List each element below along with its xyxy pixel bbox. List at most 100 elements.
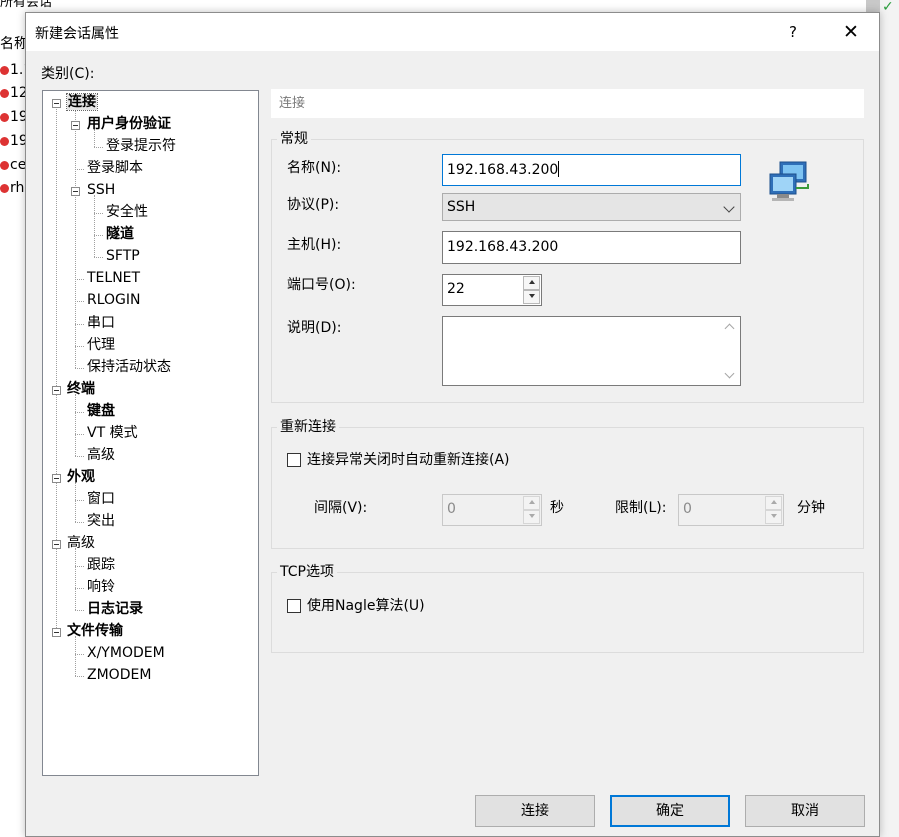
nagle-checkbox[interactable]: [287, 599, 301, 613]
tree-item[interactable]: RLOGIN: [87, 290, 141, 310]
spin-up-button[interactable]: [765, 496, 782, 510]
tree-guide-line: [75, 636, 76, 677]
tree-item[interactable]: SFTP: [106, 246, 140, 266]
host-input[interactable]: 192.168.43.200: [442, 231, 741, 264]
tree-item[interactable]: 登录脚本: [87, 158, 143, 178]
tree-item[interactable]: ZMODEM: [87, 665, 151, 685]
spin-down-button[interactable]: [523, 510, 540, 524]
tree-item[interactable]: 外观: [67, 467, 95, 487]
tree-item[interactable]: 连接: [66, 92, 98, 112]
collapse-icon[interactable]: [71, 121, 80, 131]
tree-item[interactable]: 响铃: [87, 577, 115, 597]
port-spin-buttons: [523, 276, 540, 304]
tree-guide-line: [75, 345, 84, 347]
interval-spin-buttons: [523, 496, 540, 524]
close-icon[interactable]: ✕: [834, 19, 868, 45]
background-session-item[interactable]: 19: [0, 106, 26, 128]
name-input[interactable]: 192.168.43.200: [442, 154, 741, 186]
tree-guide-line: [75, 481, 76, 522]
tree-item[interactable]: 跟踪: [87, 555, 115, 575]
arrow-down-icon: [529, 294, 535, 298]
help-button[interactable]: ?: [778, 19, 808, 45]
background-session-item[interactable]: rh: [0, 177, 26, 199]
auto-reconnect-checkbox[interactable]: [287, 453, 301, 467]
tree-item[interactable]: SSH: [87, 180, 115, 200]
arrow-up-icon: [771, 500, 777, 504]
background-header: 所有会话: [0, 0, 60, 10]
tree-item-label: 串口: [87, 314, 115, 331]
ok-button[interactable]: 确定: [610, 795, 730, 827]
tree-item[interactable]: 登录提示符: [106, 136, 176, 156]
tree-item[interactable]: 安全性: [106, 202, 148, 222]
limit-spinner[interactable]: 0: [678, 494, 784, 526]
cancel-button[interactable]: 取消: [745, 795, 865, 827]
interval-spinner[interactable]: 0: [442, 494, 542, 526]
background-session-item[interactable]: 12: [0, 82, 26, 104]
tree-item[interactable]: 键盘: [87, 401, 115, 421]
tree-item-label: SSH: [87, 182, 116, 199]
tree-guide-line: [75, 411, 84, 413]
tree-item[interactable]: VT 模式: [87, 423, 138, 443]
tree-guide-line: [94, 257, 103, 259]
tree-item-label: 用户身份验证: [87, 116, 171, 133]
arrow-down-icon: [529, 514, 535, 518]
tree-item[interactable]: 窗口: [87, 489, 115, 509]
background-session-item[interactable]: 19: [0, 130, 26, 152]
collapse-icon[interactable]: [52, 473, 61, 483]
tree-item[interactable]: TELNET: [87, 268, 140, 288]
collapse-icon[interactable]: [71, 187, 80, 197]
tree-item[interactable]: 终端: [67, 379, 95, 399]
tree-item-label: 高级: [67, 535, 95, 551]
tree-guide-line: [75, 279, 84, 281]
tree-item[interactable]: 高级: [67, 533, 95, 553]
port-spinner[interactable]: 22: [442, 274, 542, 306]
spin-up-button[interactable]: [523, 496, 540, 510]
collapse-icon[interactable]: [52, 540, 61, 549]
general-legend: 常规: [277, 131, 311, 147]
collapse-icon[interactable]: [52, 385, 61, 395]
protocol-label: 协议(P):: [287, 197, 340, 213]
spin-down-button[interactable]: [765, 510, 782, 524]
spin-down-button[interactable]: [523, 290, 540, 304]
arrow-up-icon: [529, 280, 535, 284]
tree-item-label: 代理: [87, 336, 115, 353]
tree-item[interactable]: 日志记录: [87, 599, 143, 619]
tree-item[interactable]: 用户身份验证: [87, 114, 171, 134]
host-label: 主机(H):: [287, 237, 342, 253]
protocol-select-value: SSH: [447, 199, 476, 215]
tree-item[interactable]: 高级: [87, 445, 115, 465]
tree-guide-line: [75, 455, 84, 457]
protocol-select[interactable]: SSH: [442, 193, 741, 221]
background-session-item[interactable]: ce: [0, 154, 26, 176]
collapse-icon[interactable]: [52, 99, 61, 108]
tree-item[interactable]: X/YMODEM: [87, 643, 165, 663]
description-textarea[interactable]: [442, 316, 741, 386]
dialog-title: 新建会话属性: [35, 26, 119, 42]
connect-button[interactable]: 连接: [475, 795, 595, 827]
tree-item[interactable]: 串口: [87, 313, 115, 333]
background-column-header: 名称: [0, 33, 26, 55]
background-session-item[interactable]: 1.1: [0, 59, 26, 81]
tree-guide-line: [75, 169, 84, 171]
tree-item[interactable]: 文件传输: [67, 621, 123, 641]
tree-item[interactable]: 保持活动状态: [87, 357, 171, 377]
tree-guide-line: [75, 301, 84, 303]
tree-item[interactable]: 突出: [87, 511, 115, 531]
collapse-icon[interactable]: [52, 628, 61, 638]
category-label: 类别(C):: [41, 66, 95, 82]
tree-item-label: 隧道: [106, 226, 134, 243]
category-tree[interactable]: 连接用户身份验证登录提示符 登录脚本 SSH 安全性隧道 SFTP TELNET RLOGI…: [42, 90, 259, 776]
tree-guide-line: [75, 566, 84, 568]
description-scrollbar[interactable]: [721, 317, 740, 385]
tree-guide-line: [94, 213, 103, 215]
tree-item[interactable]: 代理: [87, 335, 115, 355]
limit-unit: 分钟: [797, 500, 825, 516]
tree-guide-line: [75, 393, 76, 456]
auto-reconnect-label[interactable]: 连接异常关闭时自动重新连接(A): [307, 451, 510, 469]
tree-guide-line: [56, 103, 57, 633]
nagle-label[interactable]: 使用Nagle算法(U): [307, 597, 425, 615]
tree-item-label: 保持活动状态: [87, 358, 171, 375]
reconnect-group: [271, 427, 864, 549]
spin-up-button[interactable]: [523, 276, 540, 290]
tree-item[interactable]: 隧道: [106, 224, 134, 244]
